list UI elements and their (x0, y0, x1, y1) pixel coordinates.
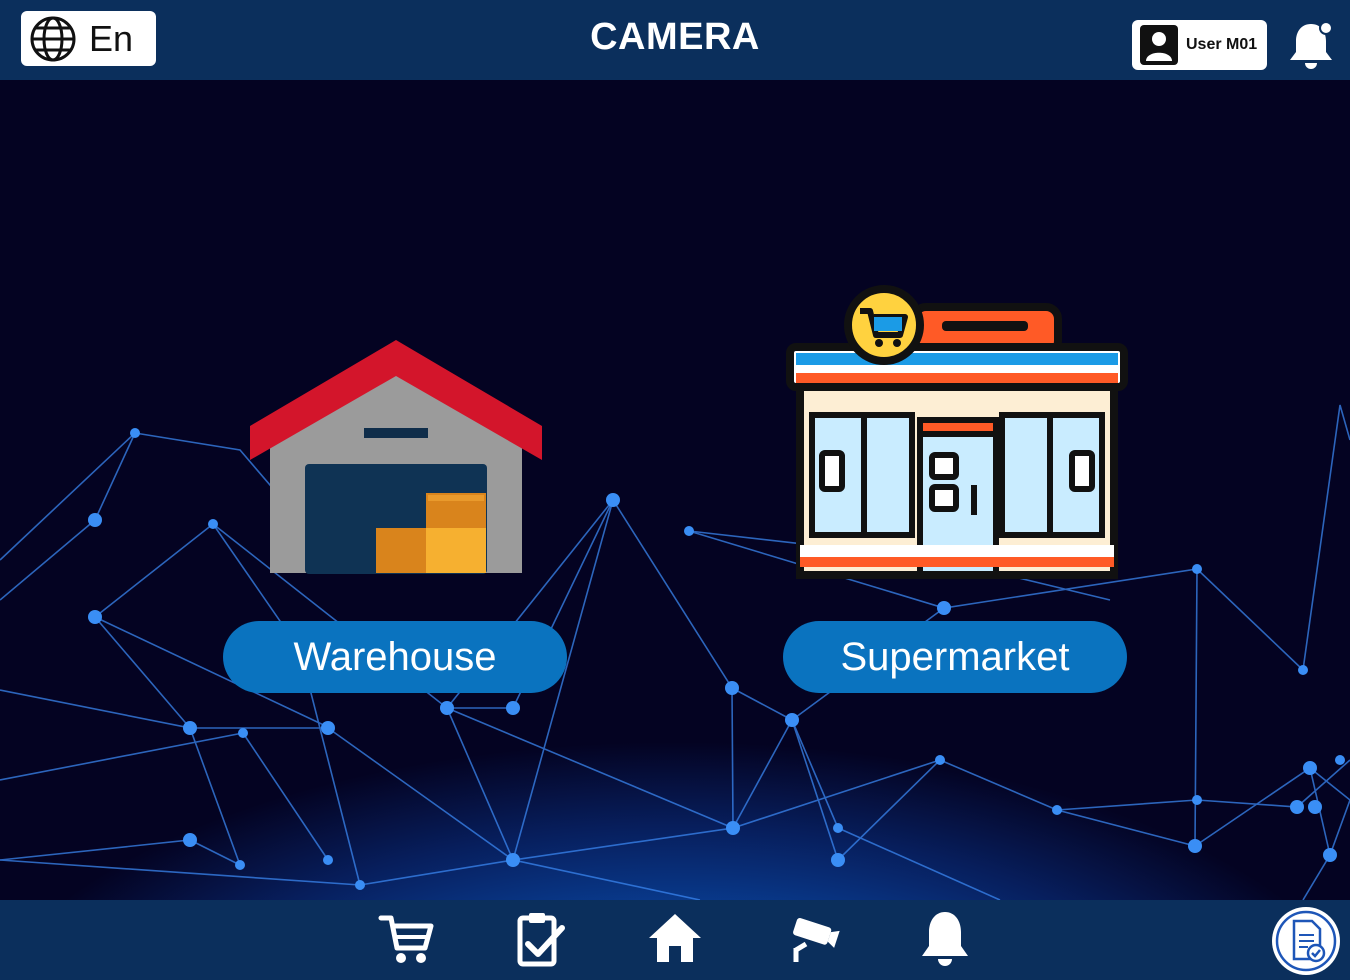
cart-icon[interactable] (375, 908, 435, 968)
language-selector-button[interactable]: En (21, 11, 156, 66)
notification-bell-icon[interactable] (1284, 18, 1338, 72)
warehouse-icon[interactable] (248, 338, 544, 578)
globe-icon (30, 16, 76, 61)
user-account-button[interactable]: User M01 (1132, 20, 1267, 70)
security-camera-icon[interactable] (780, 908, 840, 968)
user-name-label: User M01 (1186, 36, 1258, 53)
top-header: En CAMERA User M01 (0, 0, 1350, 80)
user-avatar-icon (1140, 25, 1178, 65)
camera-screen: En CAMERA User M01 Warehouse Supermarket (0, 0, 1350, 980)
supermarket-icon[interactable] (784, 285, 1130, 581)
language-label: En (89, 17, 134, 59)
network-background (0, 404, 1350, 900)
bell-icon[interactable] (915, 908, 975, 968)
supermarket-button[interactable]: Supermarket (783, 621, 1127, 693)
report-document-icon[interactable] (1270, 905, 1342, 977)
home-icon[interactable] (645, 908, 705, 968)
bottom-navigation (0, 900, 1350, 980)
task-checklist-icon[interactable] (510, 908, 570, 968)
warehouse-button[interactable]: Warehouse (223, 621, 567, 693)
